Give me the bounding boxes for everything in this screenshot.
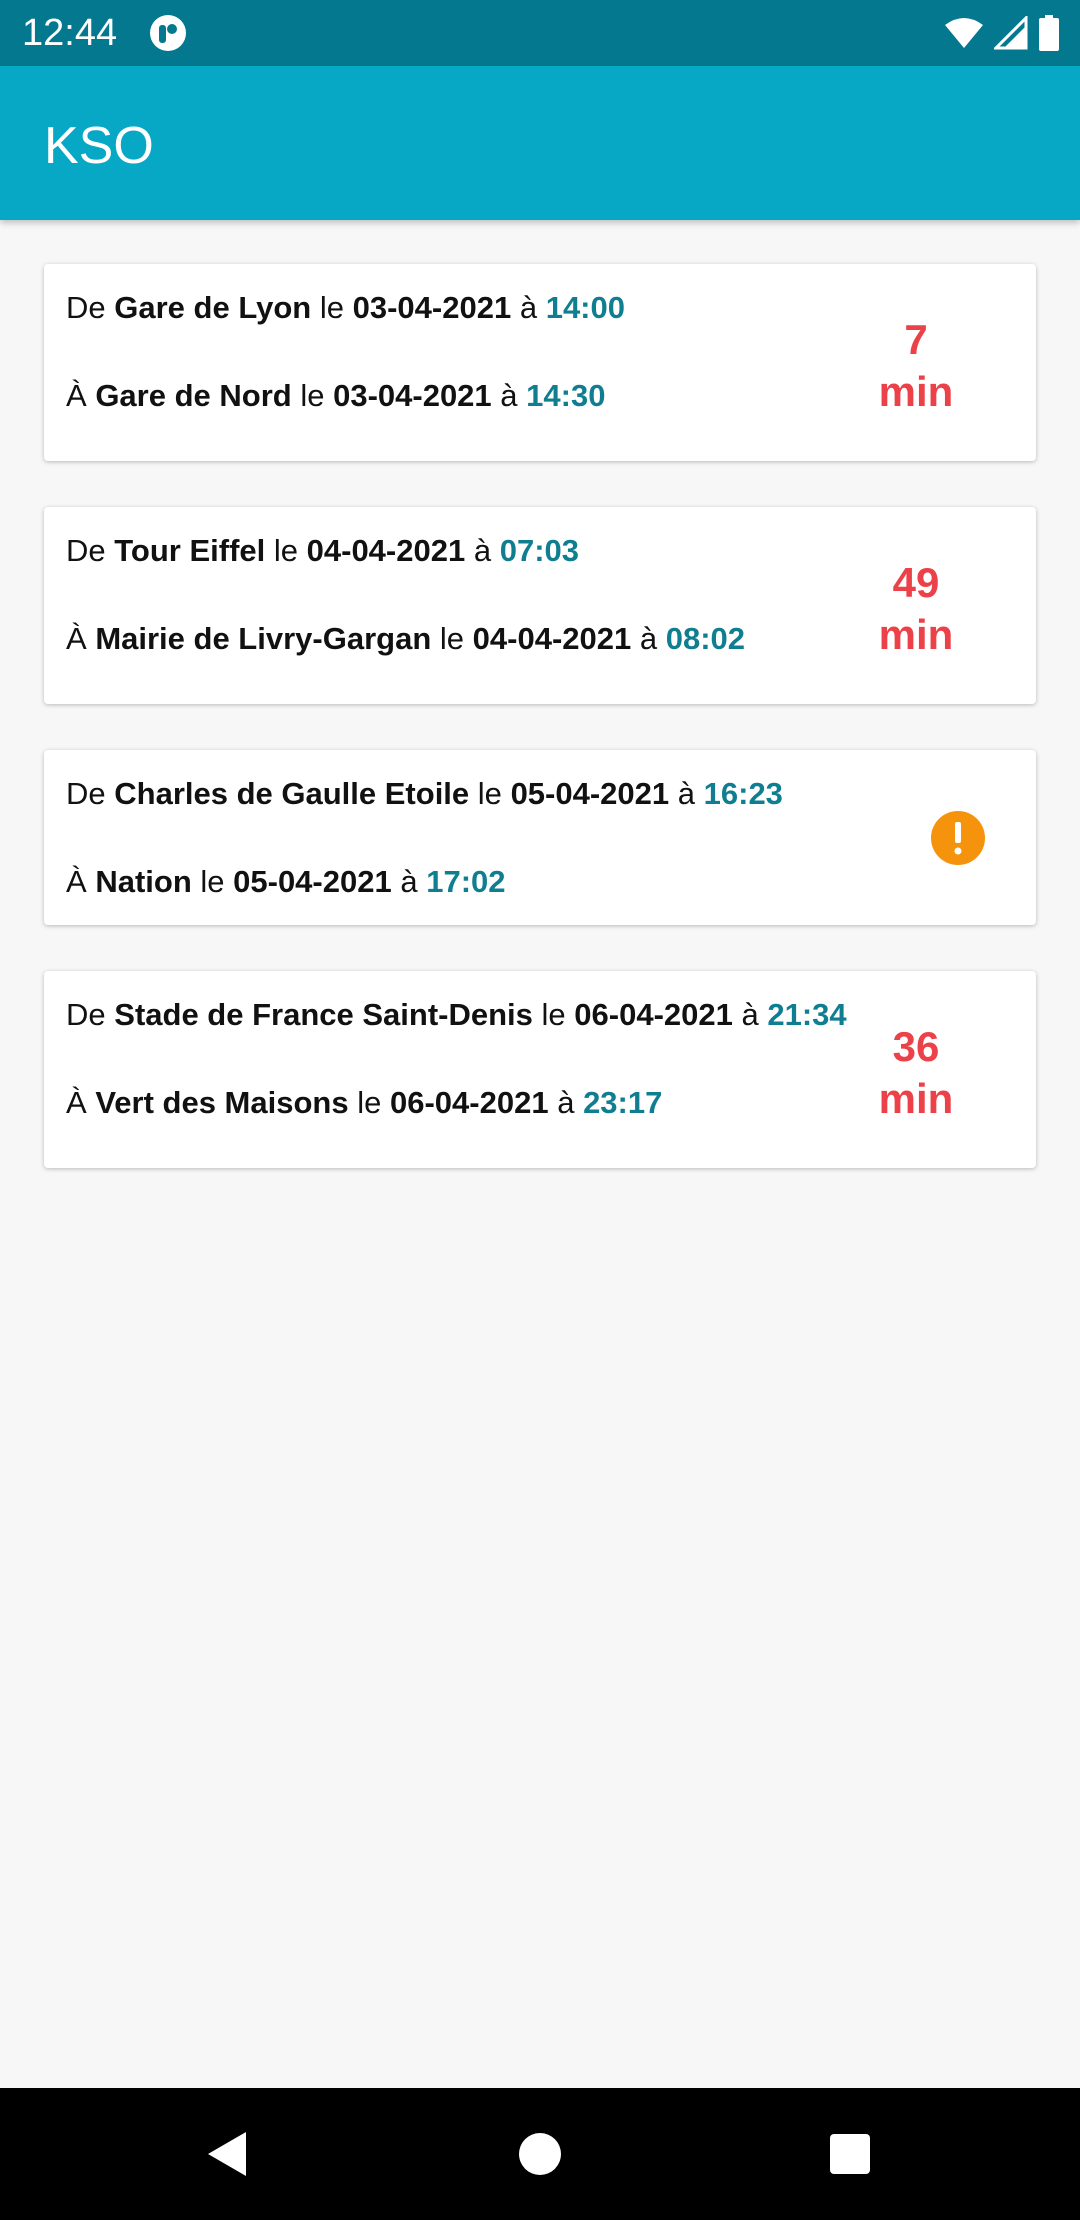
on-label: le bbox=[300, 378, 325, 413]
back-icon[interactable] bbox=[200, 2124, 260, 2184]
to-label: À bbox=[66, 378, 87, 413]
at-label: à bbox=[741, 997, 759, 1032]
departure-line: De Charles de Gaulle Etoile le 05-04-202… bbox=[66, 774, 783, 814]
arrival-time: 23:17 bbox=[583, 1085, 663, 1120]
from-label: De bbox=[66, 290, 106, 325]
arrival-station: Vert des Maisons bbox=[95, 1085, 349, 1120]
at-label: à bbox=[639, 621, 658, 656]
arrival-station: Nation bbox=[95, 864, 192, 899]
app-title: KSO bbox=[44, 117, 154, 175]
departure-line: De Stade de France Saint-Denis le 06-04-… bbox=[66, 995, 847, 1035]
arrival-date: 04-04-2021 bbox=[472, 621, 632, 656]
departure-time: 14:00 bbox=[545, 290, 625, 325]
trip-card[interactable]: De Gare de Lyon le 03-04-2021 à 14:00 À … bbox=[44, 264, 1036, 461]
on-label: le bbox=[477, 776, 502, 811]
departure-time: 07:03 bbox=[499, 533, 580, 568]
arrival-date: 05-04-2021 bbox=[233, 864, 392, 899]
at-label: à bbox=[519, 290, 538, 325]
duration-value: 7 bbox=[904, 316, 928, 363]
departure-station: Gare de Lyon bbox=[114, 290, 312, 325]
recents-icon[interactable] bbox=[820, 2124, 880, 2184]
departure-time: 16:23 bbox=[703, 776, 783, 811]
app-bar: KSO bbox=[0, 66, 1080, 220]
status-bar: 12:44 bbox=[0, 0, 1080, 66]
duration-unit: min bbox=[878, 611, 954, 658]
duration-value: 36 bbox=[892, 1023, 940, 1070]
departure-date: 05-04-2021 bbox=[510, 776, 670, 811]
arrival-date: 03-04-2021 bbox=[333, 378, 492, 413]
trip-duration: 49 min bbox=[836, 557, 996, 661]
departure-station: Charles de Gaulle Etoile bbox=[114, 776, 470, 811]
trip-card[interactable]: De Stade de France Saint-Denis le 06-04-… bbox=[44, 971, 1036, 1168]
arrival-line: À Vert des Maisons le 06-04-2021 à 23:17 bbox=[66, 1083, 662, 1123]
departure-date: 04-04-2021 bbox=[306, 533, 466, 568]
app-notification-icon bbox=[150, 15, 186, 51]
battery-icon bbox=[1039, 15, 1059, 51]
on-label: le bbox=[439, 621, 465, 656]
trip-card[interactable]: De Charles de Gaulle Etoile le 05-04-202… bbox=[44, 750, 1036, 925]
arrival-date: 06-04-2021 bbox=[389, 1085, 549, 1120]
on-label: le bbox=[319, 290, 344, 325]
navigation-bar bbox=[0, 2088, 1080, 2220]
from-label: De bbox=[66, 776, 106, 811]
departure-line: De Gare de Lyon le 03-04-2021 à 14:00 bbox=[66, 288, 625, 328]
departure-time: 21:34 bbox=[767, 997, 847, 1032]
arrival-station: Mairie de Livry-Gargan bbox=[95, 621, 432, 656]
wifi-icon bbox=[945, 18, 983, 48]
departure-station: Stade de France Saint-Denis bbox=[114, 997, 533, 1032]
on-label: le bbox=[273, 533, 299, 568]
duration-unit: min bbox=[878, 368, 954, 415]
at-label: à bbox=[677, 776, 696, 811]
status-time: 12:44 bbox=[22, 12, 118, 54]
home-icon[interactable] bbox=[510, 2124, 570, 2184]
on-label: le bbox=[200, 864, 225, 899]
trip-duration: 7 min bbox=[836, 314, 996, 418]
at-label: à bbox=[557, 1085, 575, 1120]
arrival-station: Gare de Nord bbox=[95, 378, 292, 413]
arrival-line: À Mairie de Livry-Gargan le 04-04-2021 à… bbox=[66, 619, 745, 659]
departure-date: 06-04-2021 bbox=[574, 997, 733, 1032]
departure-line: De Tour Eiffel le 04-04-2021 à 07:03 bbox=[66, 531, 579, 571]
from-label: De bbox=[66, 997, 106, 1032]
duration-unit: min bbox=[878, 1075, 954, 1122]
arrival-time: 08:02 bbox=[665, 621, 746, 656]
status-icons bbox=[934, 14, 1060, 52]
arrival-time: 14:30 bbox=[526, 378, 606, 413]
arrival-line: À Gare de Nord le 03-04-2021 à 14:30 bbox=[66, 376, 605, 416]
arrival-time: 17:02 bbox=[426, 864, 506, 899]
trip-card[interactable]: De Tour Eiffel le 04-04-2021 à 07:03 À M… bbox=[44, 507, 1036, 704]
cell-signal-icon bbox=[994, 16, 1028, 50]
departure-station: Tour Eiffel bbox=[114, 533, 266, 568]
departure-date: 03-04-2021 bbox=[352, 290, 512, 325]
warning-icon bbox=[931, 811, 985, 865]
trip-duration: 36 min bbox=[836, 1021, 996, 1125]
to-label: À bbox=[66, 864, 87, 899]
from-label: De bbox=[66, 533, 106, 568]
at-label: à bbox=[500, 378, 518, 413]
on-label: le bbox=[357, 1085, 382, 1120]
at-label: à bbox=[400, 864, 418, 899]
on-label: le bbox=[541, 997, 566, 1032]
to-label: À bbox=[66, 1085, 87, 1120]
arrival-line: À Nation le 05-04-2021 à 17:02 bbox=[66, 862, 506, 902]
duration-value: 49 bbox=[892, 559, 940, 606]
to-label: À bbox=[66, 621, 87, 656]
at-label: à bbox=[473, 533, 492, 568]
